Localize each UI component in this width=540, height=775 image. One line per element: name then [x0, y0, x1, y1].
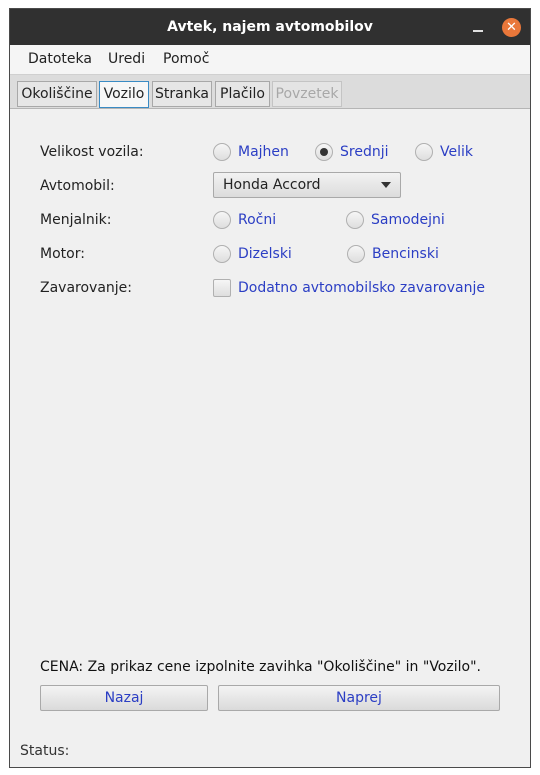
engine-label: Motor:: [40, 246, 85, 262]
minimize-icon[interactable]: [470, 19, 486, 35]
insurance-checkbox[interactable]: [213, 279, 231, 297]
radio-rocni[interactable]: [213, 211, 231, 229]
radio-bencinski[interactable]: [347, 245, 365, 263]
car-select-value: Honda Accord: [223, 177, 321, 193]
tab-povzetek: Povzetek: [272, 81, 342, 107]
price-info: CENA: Za prikaz cene izpolnite zavihka "…: [40, 659, 481, 675]
radio-srednji[interactable]: [315, 143, 333, 161]
insurance-label: Zavarovanje:: [40, 280, 133, 296]
radio-rocni-label[interactable]: Ročni: [238, 212, 276, 228]
radio-bencinski-label[interactable]: Bencinski: [372, 246, 439, 262]
menu-datoteka[interactable]: Datoteka: [28, 45, 92, 74]
radio-majhen[interactable]: [213, 143, 231, 161]
radio-velik[interactable]: [415, 143, 433, 161]
radio-dizelski-label[interactable]: Dizelski: [238, 246, 292, 262]
tab-strip: Okoliščine Vozilo Stranka Plačilo Povzet…: [10, 75, 530, 109]
close-icon[interactable]: ✕: [502, 18, 521, 37]
radio-samodejni[interactable]: [346, 211, 364, 229]
tab-stranka[interactable]: Stranka: [152, 81, 212, 107]
title-bar[interactable]: Avtek, najem avtomobilov ✕: [10, 9, 530, 45]
back-button[interactable]: Nazaj: [40, 685, 208, 711]
tab-okoliscine[interactable]: Okoliščine: [17, 81, 97, 107]
status-bar: Status:: [20, 743, 70, 759]
car-select[interactable]: Honda Accord: [213, 172, 401, 198]
radio-majhen-label[interactable]: Majhen: [238, 144, 289, 160]
menu-uredi[interactable]: Uredi: [108, 45, 145, 74]
vozilo-panel: Velikost vozila: Majhen Srednji Velik Av…: [10, 109, 530, 767]
transmission-label: Menjalnik:: [40, 212, 112, 228]
app-window: Avtek, najem avtomobilov ✕ Datoteka Ured…: [9, 8, 531, 768]
size-label: Velikost vozila:: [40, 144, 144, 160]
next-button[interactable]: Naprej: [218, 685, 500, 711]
chevron-down-icon: [381, 182, 391, 188]
radio-velik-label[interactable]: Velik: [440, 144, 473, 160]
radio-srednji-label[interactable]: Srednji: [340, 144, 389, 160]
menu-bar: Datoteka Uredi Pomoč: [10, 45, 530, 75]
radio-dizelski[interactable]: [213, 245, 231, 263]
window-title: Avtek, najem avtomobilov: [167, 19, 373, 35]
tab-placilo[interactable]: Plačilo: [215, 81, 270, 107]
insurance-checkbox-label[interactable]: Dodatno avtomobilsko zavarovanje: [238, 280, 485, 296]
car-label: Avtomobil:: [40, 178, 115, 194]
menu-pomoc[interactable]: Pomoč: [163, 45, 209, 74]
tab-vozilo[interactable]: Vozilo: [99, 81, 149, 108]
radio-samodejni-label[interactable]: Samodejni: [371, 212, 445, 228]
